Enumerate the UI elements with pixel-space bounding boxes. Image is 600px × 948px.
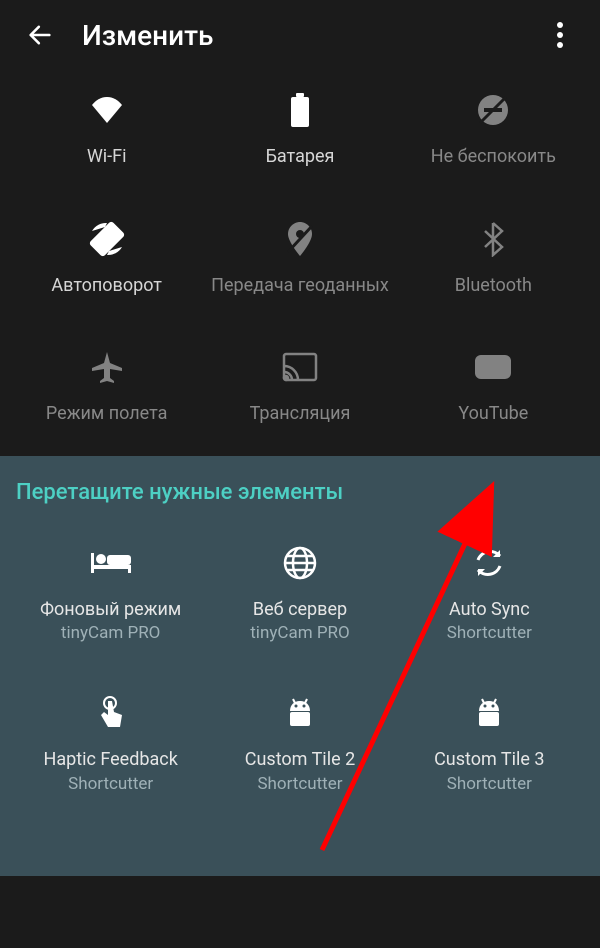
- bed-icon: [91, 543, 131, 583]
- page-title: Изменить: [82, 19, 540, 52]
- tile-autorotate[interactable]: Автоповорот: [10, 219, 203, 298]
- arrow-left-icon: [26, 21, 54, 49]
- tile-cast[interactable]: Трансляция: [203, 347, 396, 426]
- bluetooth-icon: [473, 219, 513, 259]
- tile-bluetooth[interactable]: Bluetooth: [397, 219, 590, 298]
- airplane-icon: [87, 347, 127, 387]
- drag-section-title: Перетащите нужные элементы: [16, 480, 584, 505]
- android-icon: [280, 693, 320, 733]
- rotate-icon: [87, 219, 127, 259]
- tile-youtube[interactable]: YouTube: [397, 347, 590, 426]
- globe-icon: [280, 543, 320, 583]
- drag-tile-custom3[interactable]: Custom Tile 3 Shortcutter: [395, 693, 584, 794]
- drag-tile-webserver[interactable]: Веб сервер tinyCam PRO: [205, 543, 394, 644]
- drag-tile-label: Haptic Feedback: [43, 749, 177, 772]
- drag-section: Перетащите нужные элементы Фоновый режим…: [0, 456, 600, 876]
- tile-airplane[interactable]: Режим полета: [10, 347, 203, 426]
- back-button[interactable]: [20, 15, 60, 55]
- drag-tile-label: Фоновый режим: [40, 599, 181, 622]
- sync-icon: [469, 543, 509, 583]
- drag-tile-label: Auto Sync: [449, 599, 530, 622]
- more-button[interactable]: [540, 15, 580, 55]
- drag-tiles-grid: Фоновый режим tinyCam PRO Веб сервер tin…: [16, 543, 584, 794]
- drag-tile-label: Custom Tile 2: [245, 749, 355, 772]
- drag-tile-sublabel: tinyCam PRO: [61, 623, 160, 643]
- drag-tile-sublabel: tinyCam PRO: [250, 623, 349, 643]
- tile-battery[interactable]: Батарея: [203, 90, 396, 169]
- drag-tile-label: Веб сервер: [253, 599, 347, 622]
- battery-icon: [280, 90, 320, 130]
- cast-icon: [280, 347, 320, 387]
- tile-label: Bluetooth: [455, 275, 532, 298]
- tile-label: Не беспокоить: [431, 146, 556, 169]
- drag-tile-label: Custom Tile 3: [434, 749, 544, 772]
- tile-label: YouTube: [458, 403, 528, 426]
- drag-tile-autosync[interactable]: Auto Sync Shortcutter: [395, 543, 584, 644]
- drag-tile-sublabel: Shortcutter: [447, 774, 532, 794]
- wifi-icon: [87, 90, 127, 130]
- more-vert-icon: [557, 22, 563, 48]
- tile-label: Передача геоданных: [211, 275, 389, 298]
- tile-label: Батарея: [266, 146, 335, 169]
- dnd-icon: [473, 90, 513, 130]
- android-icon: [469, 693, 509, 733]
- drag-tile-background-mode[interactable]: Фоновый режим tinyCam PRO: [16, 543, 205, 644]
- tile-dnd[interactable]: Не беспокоить: [397, 90, 590, 169]
- tile-label: Автоповорот: [51, 275, 162, 298]
- drag-tile-sublabel: Shortcutter: [68, 774, 153, 794]
- drag-tile-sublabel: Shortcutter: [257, 774, 342, 794]
- tile-label: Режим полета: [46, 403, 167, 426]
- tile-label: Трансляция: [250, 403, 351, 426]
- tile-wifi[interactable]: Wi-Fi: [10, 90, 203, 169]
- touch-icon: [91, 693, 131, 733]
- active-tiles-grid: Wi-Fi Батарея Не беспокоить Автоповорот …: [0, 70, 600, 456]
- youtube-icon: [473, 347, 513, 387]
- drag-tile-haptic[interactable]: Haptic Feedback Shortcutter: [16, 693, 205, 794]
- location-off-icon: [280, 219, 320, 259]
- tile-location[interactable]: Передача геоданных: [203, 219, 396, 298]
- drag-tile-custom2[interactable]: Custom Tile 2 Shortcutter: [205, 693, 394, 794]
- tile-label: Wi-Fi: [87, 146, 127, 169]
- drag-tile-sublabel: Shortcutter: [447, 623, 532, 643]
